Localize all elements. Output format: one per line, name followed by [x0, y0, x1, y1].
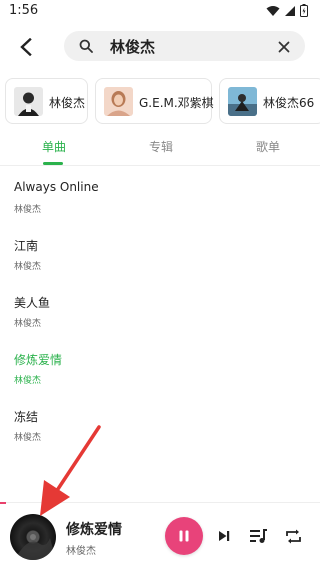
song-title: 冻结 [14, 410, 39, 424]
status-time: 1:56 [9, 3, 39, 18]
now-playing-title: 修炼爱情 [66, 522, 122, 538]
song-artist: 林俊杰 [14, 376, 42, 386]
artist-name: 林俊杰 [49, 96, 86, 110]
status-icons [266, 4, 308, 17]
song-title: 修炼爱情 [14, 353, 63, 367]
skip-next-icon [219, 531, 230, 541]
artist-name: 林俊杰66 [263, 96, 315, 110]
playlist-button[interactable] [250, 527, 268, 545]
song-list-item-now-playing[interactable]: 修炼爱情 林俊杰 [0, 337, 320, 393]
arrow-back-icon [20, 38, 32, 56]
song-list-item[interactable]: 冻结 林俊杰 [0, 394, 320, 450]
song-title: 美人鱼 [14, 296, 51, 310]
song-artist: 林俊杰 [14, 262, 42, 272]
close-icon [278, 41, 290, 53]
artist-results: 林俊杰 G.E.M.邓紫棋 林俊杰66 [5, 78, 320, 128]
clear-search-button[interactable] [277, 39, 291, 53]
artist-name: G.E.M.邓紫棋 [139, 96, 214, 110]
now-playing-artist: 林俊杰 [66, 546, 96, 557]
tab-playlists[interactable]: 歌单 [256, 138, 280, 155]
back-button[interactable] [12, 34, 40, 60]
search-box[interactable] [64, 31, 305, 61]
artist-avatar [14, 87, 43, 116]
album-cover[interactable] [10, 514, 56, 560]
song-artist: 林俊杰 [14, 205, 42, 215]
repeat-button[interactable] [284, 527, 302, 545]
song-list-item[interactable]: 美人鱼 林俊杰 [0, 280, 320, 336]
pause-button[interactable] [165, 517, 203, 555]
search-input[interactable] [110, 35, 260, 57]
artist-card[interactable]: 林俊杰66 [219, 78, 320, 124]
next-button[interactable] [215, 527, 233, 545]
active-tab-indicator [43, 162, 63, 165]
search-icon [79, 39, 93, 53]
artist-avatar [104, 87, 133, 116]
pause-icon [179, 530, 189, 542]
artist-card[interactable]: 林俊杰 [5, 78, 88, 124]
playback-progress [0, 502, 6, 504]
search-results-screen: 1:56 林俊杰 林俊杰 G.E.M.邓紫棋 林俊杰66 单曲 专辑 歌单 Al… [0, 0, 320, 568]
artist-card[interactable]: G.E.M.邓紫棋 [95, 78, 214, 124]
mini-player[interactable]: 修炼爱情 林俊杰 [0, 502, 320, 568]
song-artist: 林俊杰 [14, 433, 42, 443]
song-title: Always Online [14, 180, 99, 194]
tab-albums[interactable]: 专辑 [149, 138, 173, 155]
tab-songs[interactable]: 单曲 [42, 138, 66, 155]
song-title: 江南 [14, 239, 39, 253]
result-tabs: 单曲 专辑 歌单 [0, 130, 320, 166]
status-bar: 1:56 [0, 0, 320, 24]
playlist-icon [250, 529, 267, 543]
signal-icon [285, 5, 295, 16]
wifi-icon [266, 5, 280, 16]
battery-icon [300, 4, 308, 17]
song-list-item[interactable]: 江南 林俊杰 [0, 223, 320, 279]
artist-avatar [228, 87, 257, 116]
repeat-icon [285, 529, 301, 543]
song-list-item[interactable]: Always Online 林俊杰 [0, 166, 320, 222]
song-artist: 林俊杰 [14, 319, 42, 329]
